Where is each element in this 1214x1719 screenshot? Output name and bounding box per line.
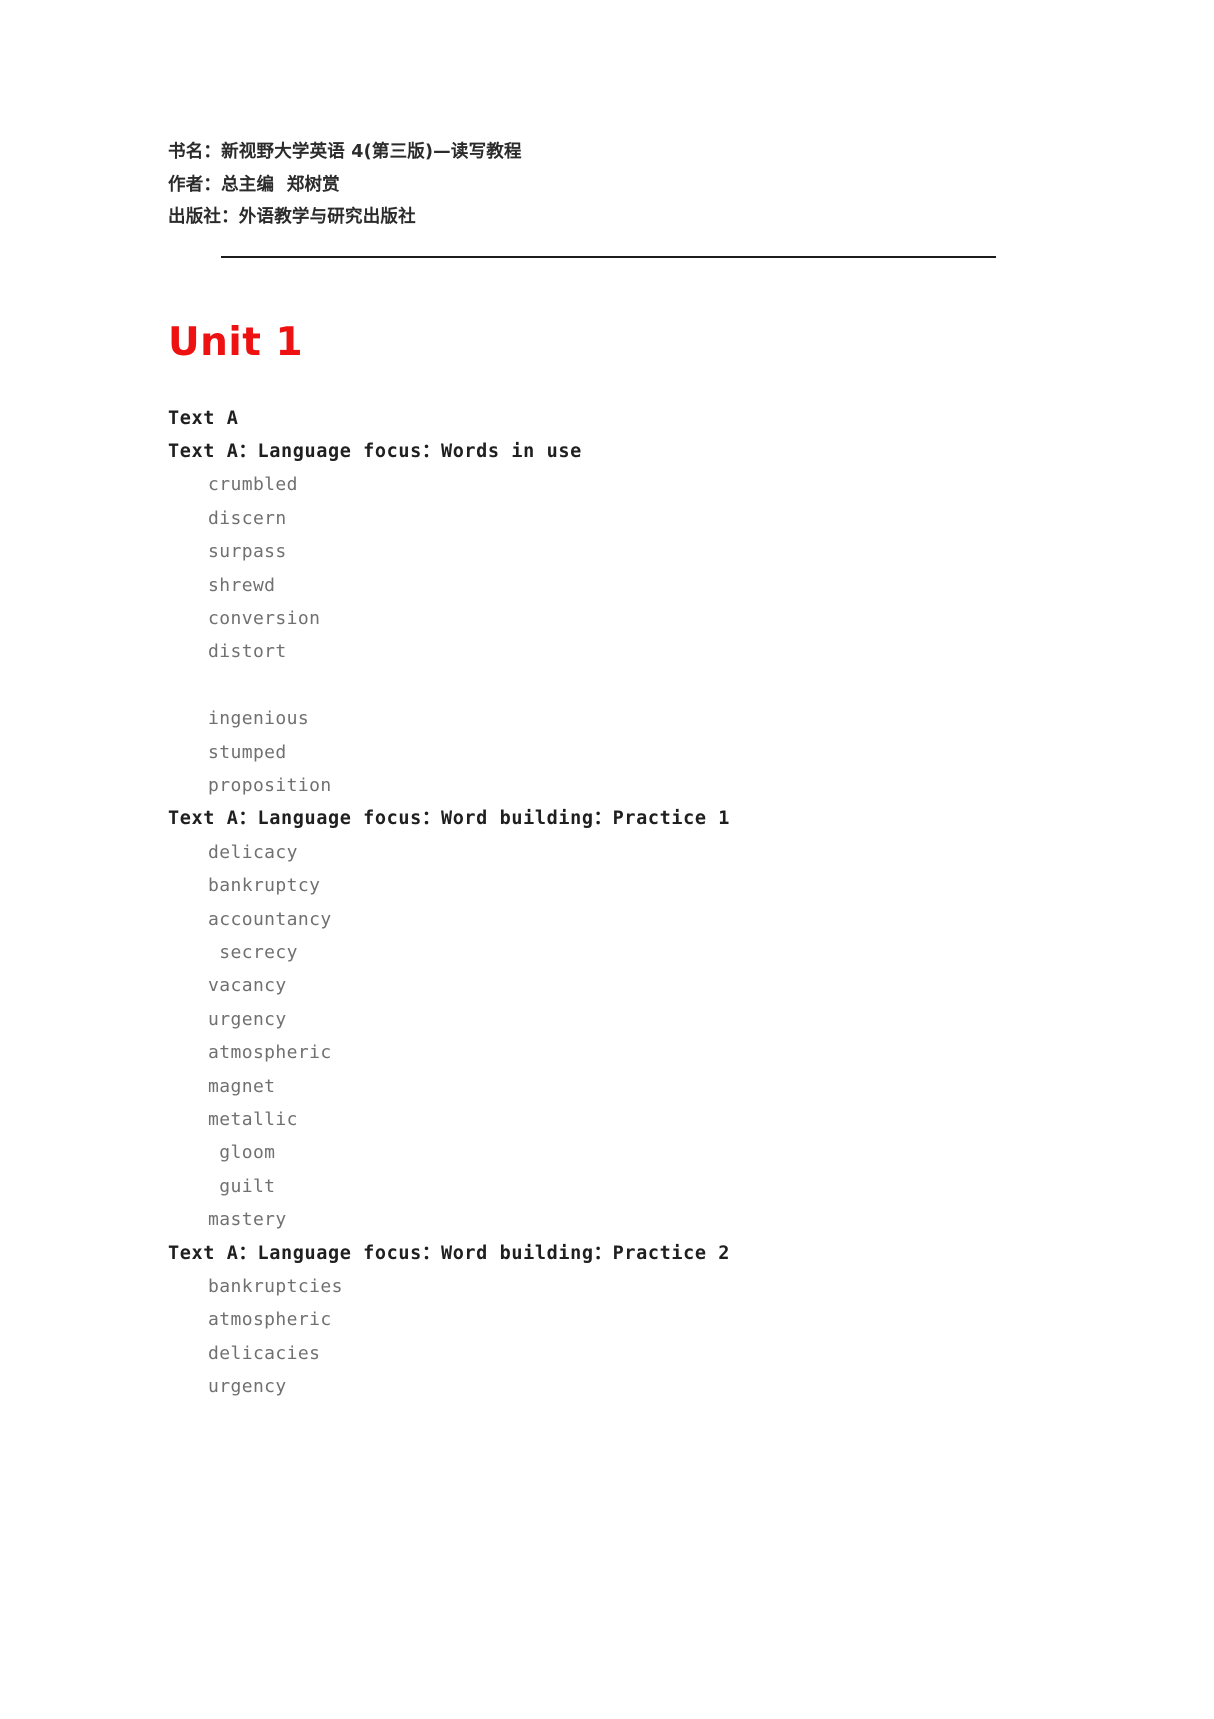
answer-word: urgency xyxy=(208,1376,287,1398)
answer-block: Text A xyxy=(168,402,1048,435)
answer-word: secrecy xyxy=(208,941,298,963)
answer-word: atmospheric xyxy=(208,1042,332,1064)
answer-word: urgency xyxy=(208,1008,287,1030)
answer-word: stumped xyxy=(208,741,287,763)
answer-word: proposition xyxy=(208,774,332,796)
answer-word: shrewd xyxy=(208,574,276,596)
answer-word: delicacies xyxy=(208,1342,321,1364)
book-title-line: 书名：新视野大学英语 4(第三版)—读写教程 xyxy=(168,142,522,162)
answer-word: guilt xyxy=(208,1175,276,1197)
answer-word: discern xyxy=(208,507,287,529)
book-info-header: 书名：新视野大学英语 4(第三版)—读写教程 作者：总主编 郑树赏 出版社：外语… xyxy=(168,136,1048,234)
answer-word: bankruptcies xyxy=(208,1276,343,1298)
answer-word: mastery xyxy=(208,1209,287,1231)
answer-word: accountancy xyxy=(208,908,332,930)
answer-word: distort xyxy=(208,641,287,663)
document-page: 书名：新视野大学英语 4(第三版)—读写教程 作者：总主编 郑树赏 出版社：外语… xyxy=(0,0,1214,1719)
answer-word: magnet xyxy=(208,1075,276,1097)
answer-word: bankruptcy xyxy=(208,875,321,897)
answer-word: delicacy xyxy=(208,841,298,863)
answer-word: atmospheric xyxy=(208,1309,332,1331)
section-heading: Text A xyxy=(168,407,239,429)
answer-block: Text A：Language focus：Word building：Prac… xyxy=(168,802,1048,1236)
section-heading: Text A：Language focus：Word building：Prac… xyxy=(168,1242,731,1264)
answer-word: vacancy xyxy=(208,975,287,997)
answer-word: gloom xyxy=(208,1142,276,1164)
answer-word: ingenious xyxy=(208,708,310,730)
answer-word: metallic xyxy=(208,1109,298,1131)
answer-key-blocks: Text A Text A：Language focus：Words in use… xyxy=(168,402,1048,1404)
page-title: Unit 1 xyxy=(168,319,304,365)
section-heading: Text A：Language focus：Words in use xyxy=(168,440,582,462)
header-divider xyxy=(220,255,996,258)
document-content: 书名：新视野大学英语 4(第三版)—读写教程 作者：总主编 郑树赏 出版社：外语… xyxy=(168,136,1048,1404)
book-publisher-line: 出版社：外语教学与研究出版社 xyxy=(168,207,416,227)
answer-block: Text A：Language focus：Word building：Prac… xyxy=(168,1237,1048,1404)
answer-word: surpass xyxy=(208,541,287,563)
answer-word: crumbled xyxy=(208,474,298,496)
book-author-line: 作者：总主编 郑树赏 xyxy=(168,174,340,195)
answer-block: Text A：Language focus：Words in use crumbl… xyxy=(168,435,1048,802)
answer-word: conversion xyxy=(208,607,321,629)
section-heading: Text A：Language focus：Word building：Prac… xyxy=(168,808,731,830)
